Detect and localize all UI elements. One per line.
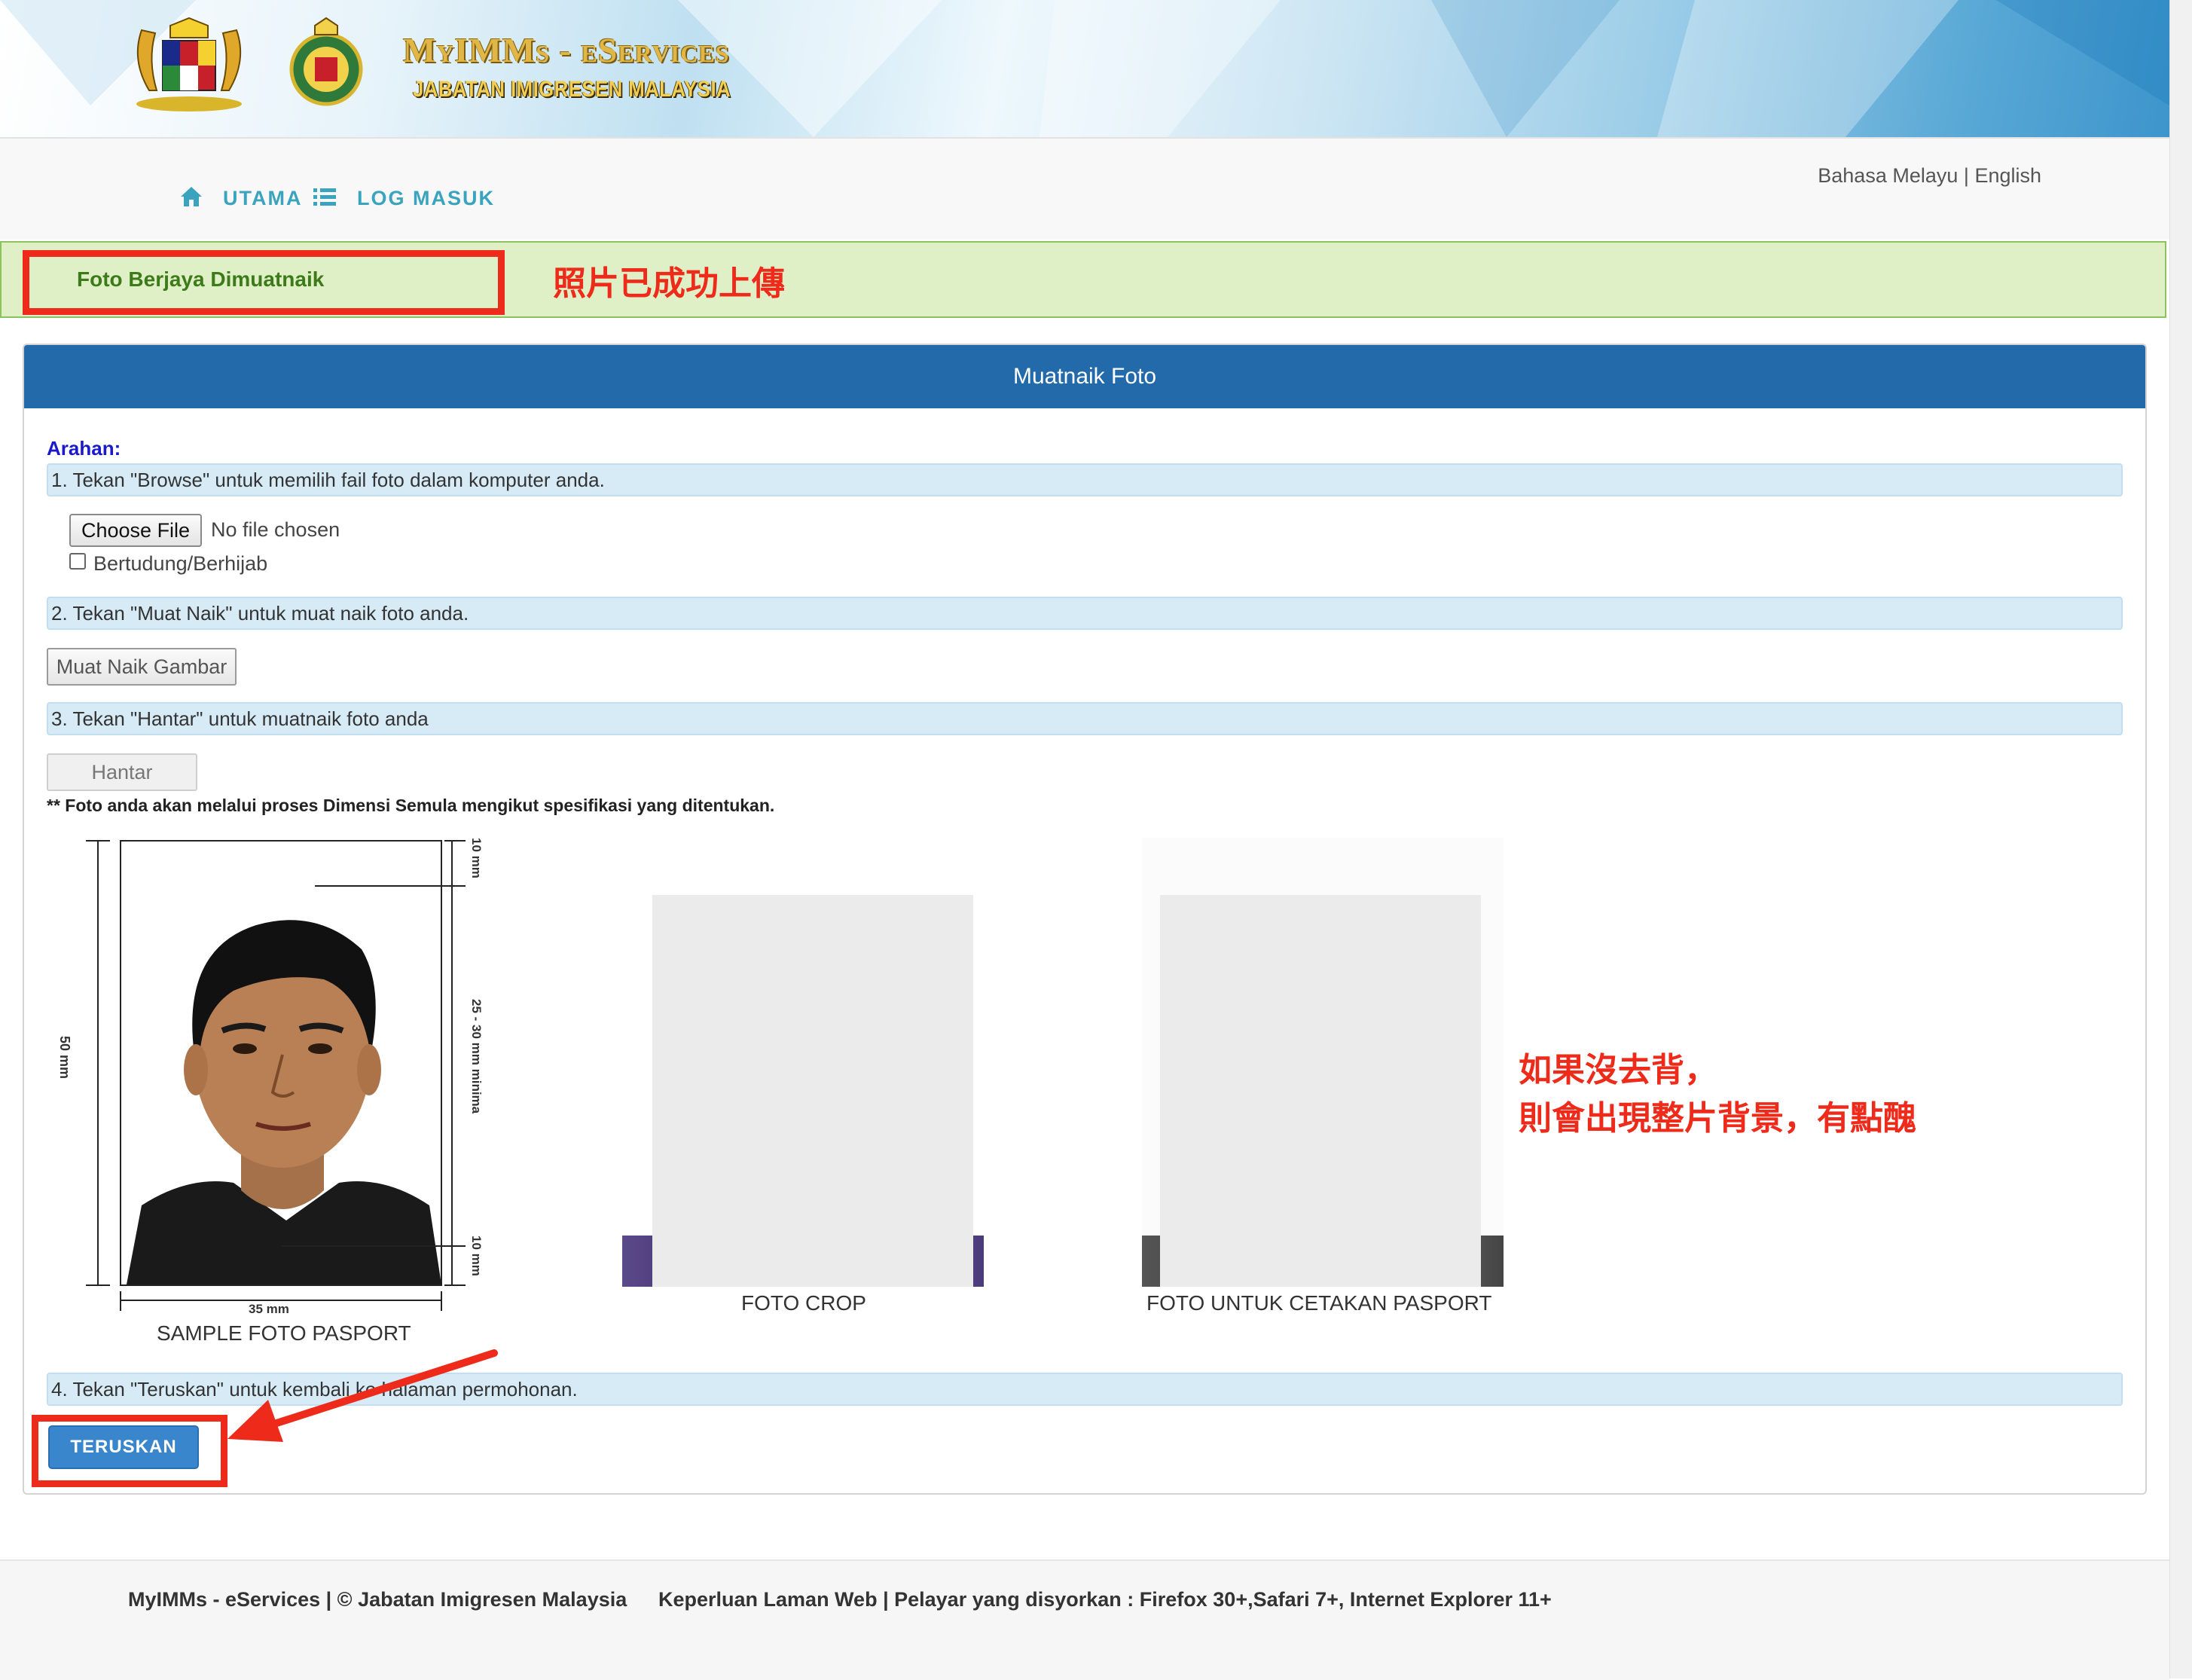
footer-copyright: MyIMMs - eServices | © Jabatan Imigresen… (128, 1588, 627, 1611)
step-3: 3. Tekan "Hantar" untuk muatnaik foto an… (47, 702, 2123, 735)
hijab-checkbox[interactable] (69, 553, 86, 570)
crop-caption: FOTO CROP (741, 1291, 866, 1315)
step-1: 1. Tekan "Browse" untuk memilih fail fot… (47, 463, 2123, 496)
no-file-text: No file chosen (211, 518, 340, 541)
dim-height-label: 50 mm (57, 1036, 72, 1080)
send-button[interactable]: Hantar (47, 753, 197, 791)
dim-bottom-label: 10 mm (469, 1236, 484, 1276)
print-caption: FOTO UNTUK CETAKAN PASPORT (1146, 1291, 1492, 1315)
home-icon[interactable] (179, 185, 203, 212)
instructions-heading: Arahan: (47, 437, 121, 460)
lang-english-link[interactable]: English (1974, 164, 2041, 187)
panel-title: Muatnaik Foto (24, 345, 2145, 408)
lang-malay-link[interactable]: Bahasa Melayu (1818, 164, 1958, 187)
nav-login-link[interactable]: LOG MASUK (357, 187, 495, 210)
brand-subtitle: JABATAN IMIGRESEN MALAYSIA (413, 77, 731, 102)
annotation-note-line2: 則會出現整片背景，有點醜 (1519, 1100, 1916, 1137)
annotation-note-line1: 如果沒去背， (1519, 1052, 1717, 1089)
upload-image-button[interactable]: Muat Naik Gambar (47, 648, 237, 686)
print-photo (1160, 895, 1481, 1287)
nav-home-link[interactable]: UTAMA (223, 187, 302, 210)
header-banner: MyIMMs - eServices JABATAN IMIGRESEN MAL… (0, 0, 2169, 139)
annotation-arrow-icon (224, 1349, 505, 1450)
sample-caption: SAMPLE FOTO PASPORT (157, 1321, 411, 1345)
annotation-box-continue (32, 1415, 227, 1487)
language-switcher: Bahasa Melayu | English (1818, 164, 2041, 188)
annotation-box-alert (23, 250, 505, 315)
crop-photo (652, 895, 973, 1287)
window-scrollbar[interactable] (2169, 0, 2192, 1678)
footer-requirements: Keperluan Laman Web | Pelayar yang disyo… (658, 1588, 1552, 1611)
list-icon[interactable] (313, 187, 336, 212)
sample-passport-photo (75, 829, 497, 1315)
lang-separator: | (1963, 164, 1969, 187)
footer (0, 1559, 2169, 1680)
brand-title: MyIMMs - eServices (403, 31, 730, 69)
dim-face-label: 25 - 30 mm minima (469, 999, 484, 1114)
annotation-alert-text: 照片已成功上傳 (553, 265, 785, 302)
dim-top-label: 10 mm (469, 838, 484, 878)
dim-width-label: 35 mm (249, 1302, 289, 1316)
immigration-crest-icon (285, 15, 368, 117)
step-2: 2. Tekan "Muat Naik" untuk muat naik fot… (47, 597, 2123, 630)
choose-file-button[interactable]: Choose File (69, 514, 203, 547)
hijab-checkbox-label[interactable]: Bertudung/Berhijab (93, 552, 267, 576)
resize-note: ** Foto anda akan melalui proses Dimensi… (47, 796, 775, 815)
coat-of-arms-icon (127, 15, 252, 117)
